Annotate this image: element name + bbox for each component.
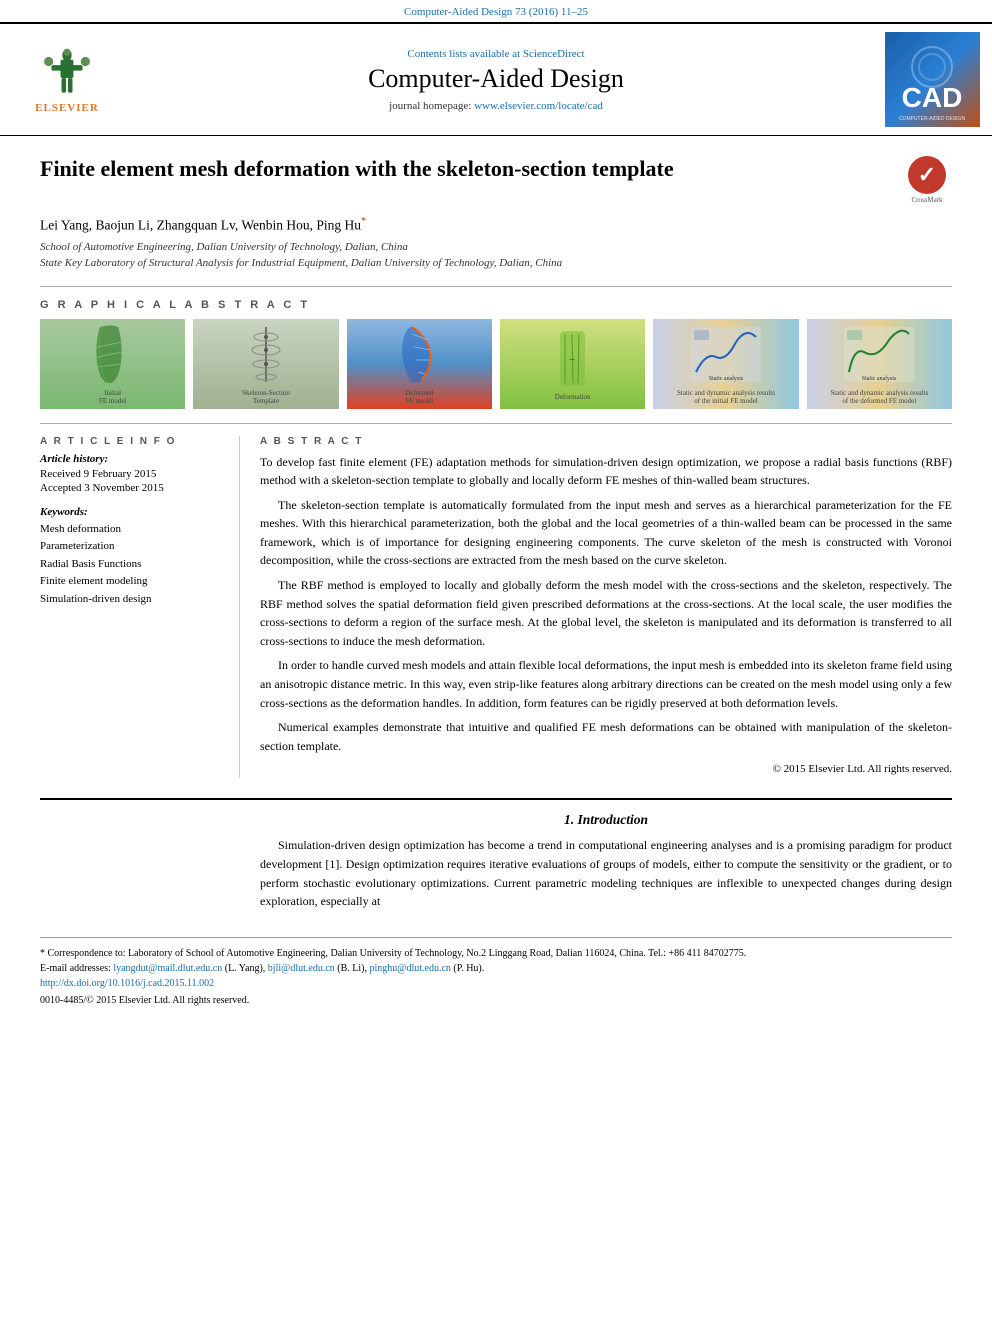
footnote-doi: http://dx.doi.org/10.1016/j.cad.2015.11.… [40,976,952,991]
footnote-area: * Correspondence to: Laboratory of Schoo… [40,937,952,1006]
svg-text:Static analysis: Static analysis [862,376,897,382]
email-link-1[interactable]: lyangdut@mail.dlut.edu.cn [113,963,222,974]
paper-title-row: Finite element mesh deformation with the… [40,156,952,206]
email-link-2[interactable]: bjli@dlut.edu.cn [268,963,335,974]
email-link-3[interactable]: pinghu@dlut.edu.cn [370,963,451,974]
homepage-link: journal homepage: www.elsevier.com/locat… [122,100,870,112]
crossmark-icon: ✓ [908,156,946,194]
ga-image-4: → Deformation [500,319,645,409]
ga-image-3: DeformedFE model [347,319,492,409]
affiliation-2: State Key Laboratory of Structural Analy… [40,255,952,272]
ga-label-6: Static and dynamic analysis resultsof th… [830,389,928,405]
elsevier-label: ELSEVIER [35,102,99,114]
graphical-abstract-images: InitialFE model Skeleton-SectionTemplate [40,319,952,409]
intro-divider [40,798,952,800]
sciencedirect-link[interactable]: ScienceDirect [523,48,585,60]
affiliations: School of Automotive Engineering, Dalian… [40,239,952,272]
svg-text:CAD: CAD [902,82,963,113]
intro-para-1: Simulation-driven design optimization ha… [260,836,952,910]
keywords-section: Keywords: Mesh deformation Parameterizat… [40,506,223,609]
journal-header: ELSEVIER Contents lists available at Sci… [0,22,992,136]
authors: Lei Yang, Baojun Li, Zhangquan Lv, Wenbi… [40,216,952,234]
ga-image-1: InitialFE model [40,319,185,409]
journal-citation: Computer-Aided Design 73 (2016) 11–25 [404,6,588,18]
article-info-column: A R T I C L E I N F O Article history: R… [40,436,240,779]
ga-label-2: Skeleton-SectionTemplate [242,389,290,405]
copyright: © 2015 Elsevier Ltd. All rights reserved… [260,761,952,778]
ga-label-3: DeformedFE model [405,389,433,405]
top-bar: Computer-Aided Design 73 (2016) 11–25 [0,0,992,22]
journal-name: Computer-Aided Design [122,64,870,94]
homepage-url[interactable]: www.elsevier.com/locate/cad [474,100,603,112]
keyword-3: Radial Basis Functions [40,556,223,574]
ga-image-2: Skeleton-SectionTemplate [193,319,338,409]
intro-body-text: Simulation-driven design optimization ha… [260,836,952,910]
keywords-label: Keywords: [40,506,223,518]
keyword-5: Simulation-driven design [40,591,223,609]
journal-title-center: Contents lists available at ScienceDirec… [122,48,870,112]
doi-link[interactable]: http://dx.doi.org/10.1016/j.cad.2015.11.… [40,978,214,989]
article-history-label: Article history: [40,453,223,465]
divider-2 [40,423,952,424]
footnote-correspondence: * Correspondence to: Laboratory of Schoo… [40,946,952,961]
keyword-1: Mesh deformation [40,521,223,539]
abstract-para-1: To develop fast finite element (FE) adap… [260,453,952,490]
paper-title: Finite element mesh deformation with the… [40,156,882,182]
ga-label-5: Static and dynamic analysis resultsof th… [677,389,775,405]
graphical-abstract-header: G R A P H I C A L A B S T R A C T [40,299,952,311]
abstract-para-3: The RBF method is employed to locally an… [260,576,952,650]
intro-section: 1. Introduction Simulation-driven design… [40,812,952,916]
cad-logo: CAD COMPUTER-AIDED DESIGN [885,32,980,127]
affiliation-1: School of Automotive Engineering, Dalian… [40,239,952,256]
abstract-para-2: The skeleton-section template is automat… [260,496,952,570]
accepted-date: Accepted 3 November 2015 [40,482,223,494]
abstract-section-label: A B S T R A C T [260,436,952,447]
svg-text:Static analysis: Static analysis [709,376,744,382]
abstract-column: A B S T R A C T To develop fast finite e… [260,436,952,779]
article-body: Finite element mesh deformation with the… [0,136,992,1026]
intro-left [40,812,240,916]
abstract-text: To develop fast finite element (FE) adap… [260,453,952,779]
intro-section-title: 1. Introduction [260,812,952,828]
keyword-2: Parameterization [40,538,223,556]
cad-logo-graphic: CAD COMPUTER-AIDED DESIGN [885,32,980,127]
elsevier-tree-icon [32,45,102,100]
ga-label-4: Deformation [555,393,591,401]
svg-text:→: → [568,354,576,363]
two-col-section: A R T I C L E I N F O Article history: R… [40,436,952,779]
elsevier-logo: ELSEVIER [12,45,122,114]
abstract-para-4: In order to handle curved mesh models an… [260,656,952,712]
ga-image-6: Static analysis Static and dynamic analy… [807,319,952,409]
abstract-para-5: Numerical examples demonstrate that intu… [260,718,952,755]
crossmark: ✓ CrossMark [902,156,952,206]
svg-text:COMPUTER-AIDED DESIGN: COMPUTER-AIDED DESIGN [899,116,966,122]
crossmark-label: CrossMark [911,196,942,204]
contents-available: Contents lists available at ScienceDirec… [122,48,870,60]
cad-logo-box: CAD COMPUTER-AIDED DESIGN [870,32,980,127]
ga-label-1: InitialFE model [99,389,126,405]
footnote-emails: E-mail addresses: lyangdut@mail.dlut.edu… [40,961,952,976]
keyword-4: Finite element modeling [40,573,223,591]
ga-image-5: Static analysis Static and dynamic analy… [653,319,798,409]
article-info-label: A R T I C L E I N F O [40,436,223,447]
received-date: Received 9 February 2015 [40,468,223,480]
intro-right: 1. Introduction Simulation-driven design… [260,812,952,916]
divider-1 [40,286,952,287]
footnote-copyright: 0010-4485/© 2015 Elsevier Ltd. All right… [40,995,952,1006]
